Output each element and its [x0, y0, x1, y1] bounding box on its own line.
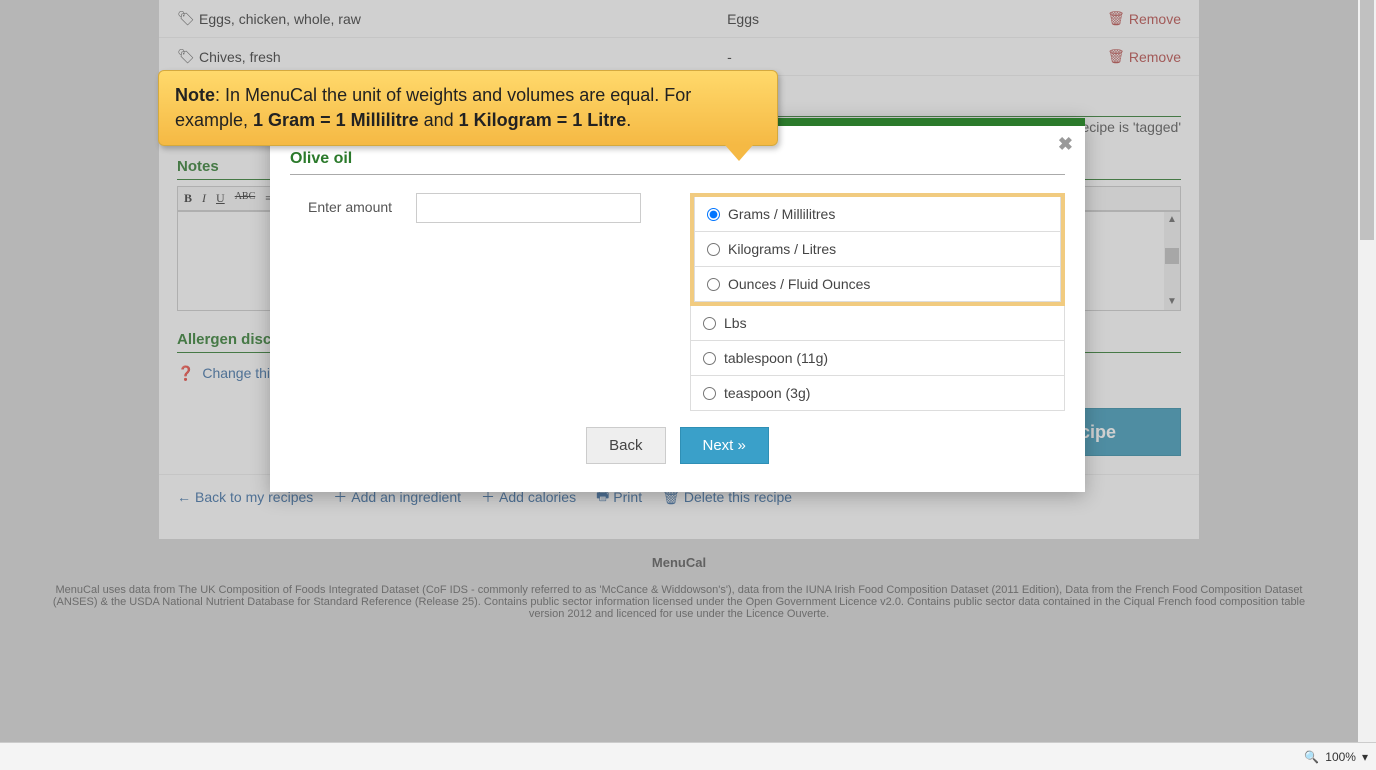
tooltip-note: Note: In MenuCal the unit of weights and…: [158, 70, 778, 146]
radio-input[interactable]: [707, 243, 720, 256]
status-bar: 🔍 100% ▾: [0, 742, 1376, 770]
unit-option-tablespoon[interactable]: tablespoon (11g): [690, 341, 1065, 376]
unit-radio-list: Grams / Millilitres Kilograms / Litres O…: [690, 193, 1065, 411]
radio-input[interactable]: [707, 208, 720, 221]
radio-input[interactable]: [703, 352, 716, 365]
amount-label: Enter amount: [308, 193, 392, 215]
modal-title: Olive oil: [290, 150, 1065, 175]
zoom-level: 100%: [1325, 750, 1356, 764]
zoom-icon[interactable]: 🔍: [1304, 750, 1319, 764]
scroll-thumb[interactable]: [1360, 0, 1374, 240]
unit-option-grams[interactable]: Grams / Millilitres: [694, 197, 1061, 232]
close-icon[interactable]: ✖: [1058, 134, 1073, 155]
unit-option-kilograms[interactable]: Kilograms / Litres: [694, 232, 1061, 267]
unit-option-teaspoon[interactable]: teaspoon (3g): [690, 376, 1065, 411]
browser-scrollbar[interactable]: [1358, 0, 1376, 742]
amount-modal: ✖ Olive oil Enter amount Grams / Millili…: [270, 118, 1085, 492]
radio-input[interactable]: [703, 317, 716, 330]
radio-input[interactable]: [703, 387, 716, 400]
back-button[interactable]: Back: [586, 427, 665, 464]
amount-input[interactable]: [416, 193, 641, 223]
unit-option-ounces[interactable]: Ounces / Fluid Ounces: [694, 267, 1061, 302]
highlighted-units: Grams / Millilitres Kilograms / Litres O…: [690, 193, 1065, 306]
next-button[interactable]: Next »: [680, 427, 769, 464]
zoom-dropdown-icon[interactable]: ▾: [1362, 750, 1368, 764]
unit-option-lbs[interactable]: Lbs: [690, 306, 1065, 341]
radio-input[interactable]: [707, 278, 720, 291]
